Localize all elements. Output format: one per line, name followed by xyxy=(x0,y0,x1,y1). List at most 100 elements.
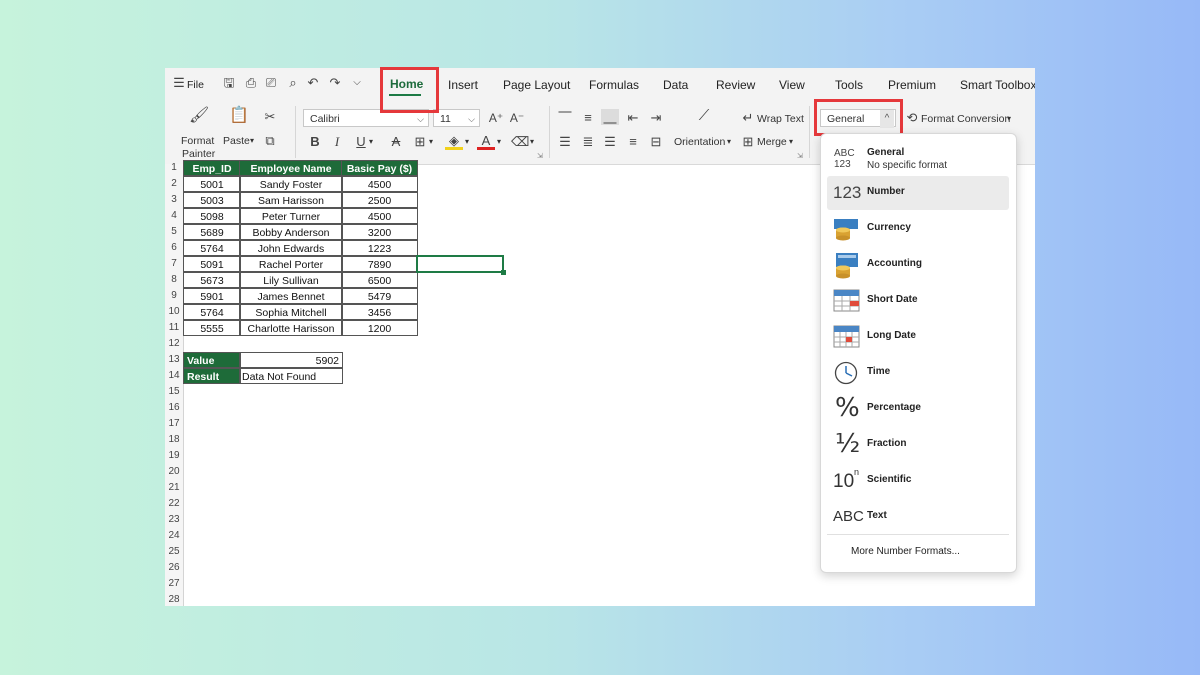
row-number[interactable]: 19 xyxy=(165,448,183,464)
format-option-currency[interactable]: Currency xyxy=(827,212,1009,246)
table-cell[interactable]: 5003 xyxy=(183,192,241,208)
table-cell[interactable]: 6500 xyxy=(341,272,418,288)
paste-icon[interactable]: 📋 xyxy=(229,108,249,124)
table-cell[interactable]: 5764 xyxy=(183,304,241,320)
tab-tools[interactable]: Tools xyxy=(835,78,863,92)
tab-data[interactable]: Data xyxy=(663,78,688,92)
wrap-text-button[interactable]: Wrap Text xyxy=(757,113,804,125)
row-number[interactable]: 8 xyxy=(165,272,183,288)
cut-icon[interactable]: ✂ xyxy=(261,109,279,125)
align-center-icon[interactable]: ≣ xyxy=(579,134,597,150)
menu-file[interactable]: File xyxy=(187,79,204,91)
align-bottom-icon[interactable]: ⎽ xyxy=(601,109,619,125)
format-option-accounting[interactable]: Accounting xyxy=(827,248,1009,282)
alignment-dialog-launcher-icon[interactable]: ⇲ xyxy=(797,152,803,160)
copy-icon[interactable]: ⧉ xyxy=(261,133,279,149)
table-cell[interactable]: Peter Turner xyxy=(239,208,343,224)
format-painter-icon[interactable]: 🖌 xyxy=(189,108,209,124)
tab-insert[interactable]: Insert xyxy=(448,78,478,92)
format-option-scientific[interactable]: 10 n Scientific xyxy=(827,464,1009,498)
font-size-select[interactable]: 11 ⌵ xyxy=(433,109,480,127)
row-number[interactable]: 7 xyxy=(165,256,183,272)
table-cell[interactable]: Sophia Mitchell xyxy=(239,304,343,320)
row-number[interactable]: 9 xyxy=(165,288,183,304)
chevron-down-icon[interactable]: ⌵ xyxy=(349,75,365,91)
table-cell[interactable]: Lily Sullivan xyxy=(239,272,343,288)
table-cell[interactable]: 5479 xyxy=(341,288,418,304)
table-cell[interactable]: 7890 xyxy=(341,256,418,272)
row-number[interactable]: 28 xyxy=(165,592,183,606)
row-number[interactable]: 24 xyxy=(165,528,183,544)
row-number[interactable]: 5 xyxy=(165,224,183,240)
row-number[interactable]: 13 xyxy=(165,352,183,368)
redo-icon[interactable]: ↷ xyxy=(327,75,343,91)
table-cell[interactable]: 5555 xyxy=(183,320,241,336)
table-cell[interactable]: Sam Harisson xyxy=(239,192,343,208)
fill-color-chevron-icon[interactable]: ▾ xyxy=(465,137,469,146)
bold-button[interactable]: B xyxy=(306,134,324,150)
format-conversion-button[interactable]: Format Conversion xyxy=(921,113,1010,125)
paste-chevron-icon[interactable]: ▾ xyxy=(250,136,254,145)
underline-button[interactable]: U xyxy=(352,134,370,150)
row-number[interactable]: 1 xyxy=(165,160,183,176)
table-cell[interactable]: 1200 xyxy=(341,320,418,336)
justify-icon[interactable]: ≡ xyxy=(624,134,642,150)
table-cell[interactable]: James Bennet xyxy=(239,288,343,304)
row-number[interactable]: 4 xyxy=(165,208,183,224)
table-cell[interactable]: 4500 xyxy=(341,208,418,224)
format-option-text[interactable]: ABC Text xyxy=(827,500,1009,534)
tab-review[interactable]: Review xyxy=(716,78,755,92)
clear-format-icon[interactable]: ⌫ xyxy=(511,134,529,150)
font-color-chevron-icon[interactable]: ▾ xyxy=(497,137,501,146)
row-number[interactable]: 6 xyxy=(165,240,183,256)
row-number[interactable]: 2 xyxy=(165,176,183,192)
table-cell[interactable]: John Edwards xyxy=(239,240,343,256)
merge-button[interactable]: Merge xyxy=(757,136,787,148)
hamburger-icon[interactable]: ☰ xyxy=(171,75,187,91)
selected-cell[interactable] xyxy=(416,255,504,273)
table-cell[interactable]: 5689 xyxy=(183,224,241,240)
format-option-long-date[interactable]: Long Date xyxy=(827,320,1009,354)
column-header-cell[interactable]: Basic Pay ($) xyxy=(341,160,418,176)
table-cell[interactable]: 4500 xyxy=(341,176,418,192)
decrease-indent-icon[interactable]: ⇤ xyxy=(624,110,642,126)
table-cell[interactable]: 5001 xyxy=(183,176,241,192)
table-cell[interactable]: 2500 xyxy=(341,192,418,208)
table-cell[interactable]: Charlotte Harisson xyxy=(239,320,343,336)
row-number[interactable]: 25 xyxy=(165,544,183,560)
clear-chevron-icon[interactable]: ▾ xyxy=(530,137,534,146)
row-number[interactable]: 23 xyxy=(165,512,183,528)
row-number[interactable]: 15 xyxy=(165,384,183,400)
orientation-button[interactable]: Orientation xyxy=(674,136,725,148)
row-number[interactable]: 14 xyxy=(165,368,183,384)
italic-button[interactable]: I xyxy=(328,134,346,150)
table-cell[interactable]: 3456 xyxy=(341,304,418,320)
column-header-cell[interactable]: Employee Name xyxy=(239,160,343,176)
table-cell[interactable]: 5091 xyxy=(183,256,241,272)
decrease-font-icon[interactable]: A⁻ xyxy=(508,110,526,126)
undo-icon[interactable]: ↶ xyxy=(305,75,321,91)
align-top-icon[interactable]: ⎺ xyxy=(556,110,574,126)
borders-chevron-icon[interactable]: ▾ xyxy=(429,137,433,146)
value-label[interactable]: Value xyxy=(183,352,241,368)
table-cell[interactable]: 5901 xyxy=(183,288,241,304)
format-conversion-icon[interactable]: ⟲ xyxy=(903,110,921,126)
table-cell[interactable]: Sandy Foster xyxy=(239,176,343,192)
tab-smart-toolbox[interactable]: Smart Toolbox xyxy=(960,78,1035,92)
print-preview-icon[interactable]: ⌕ xyxy=(285,75,301,91)
paste-button[interactable]: Paste xyxy=(223,135,250,147)
row-number[interactable]: 22 xyxy=(165,496,183,512)
format-option-percentage[interactable]: % Percentage xyxy=(827,392,1009,426)
row-number[interactable]: 16 xyxy=(165,400,183,416)
row-number[interactable]: 3 xyxy=(165,192,183,208)
fill-color-icon[interactable]: ◈ xyxy=(445,133,463,150)
font-color-icon[interactable]: A xyxy=(477,133,495,150)
format-option-number[interactable]: 123 Number xyxy=(827,176,1009,210)
align-left-icon[interactable]: ☰ xyxy=(556,134,574,150)
value-cell[interactable]: 5902 xyxy=(239,352,343,368)
format-painter-label[interactable]: Format xyxy=(181,135,214,147)
save-icon[interactable]: 🖫 xyxy=(221,75,237,91)
tab-page-layout[interactable]: Page Layout xyxy=(503,78,570,92)
print-icon[interactable]: ⎚ xyxy=(263,75,279,91)
row-number[interactable]: 17 xyxy=(165,416,183,432)
